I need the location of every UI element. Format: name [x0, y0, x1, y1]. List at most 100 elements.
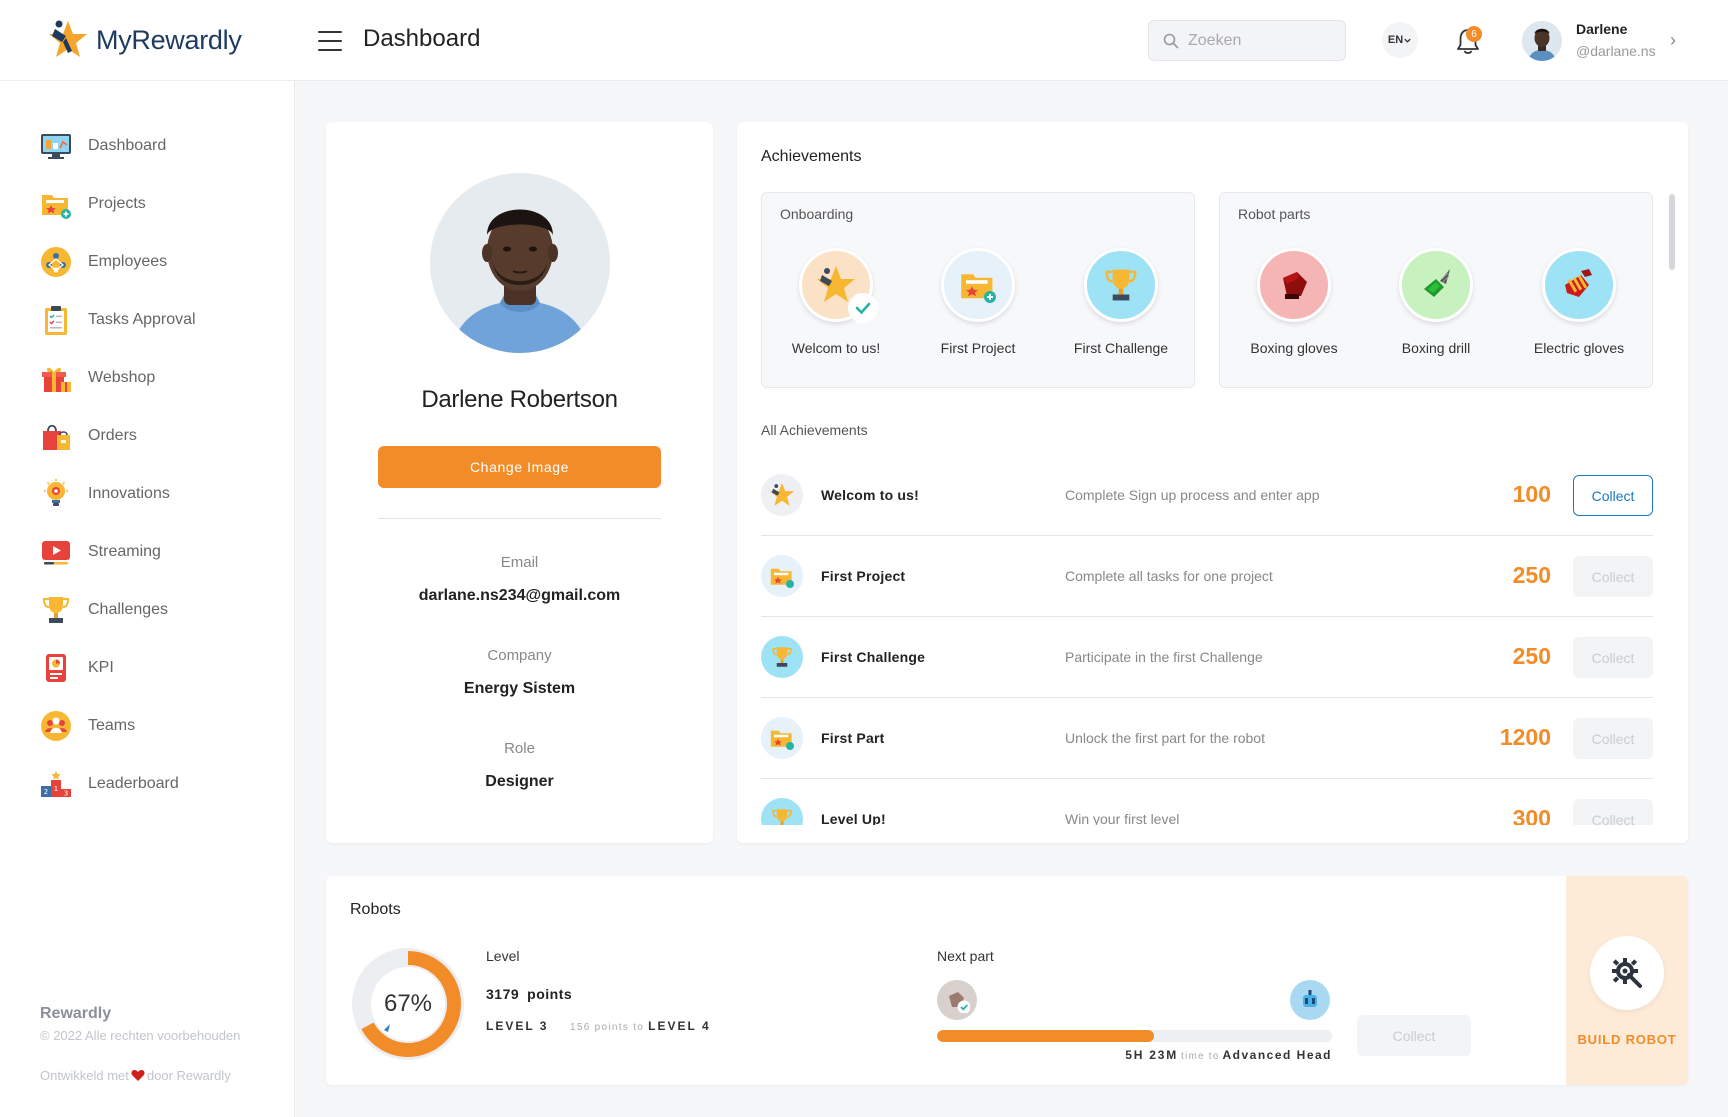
achievement-name: First Part	[821, 730, 885, 746]
points-to-next-level: 156 points to LEVEL 4	[570, 1019, 711, 1033]
hamburger-menu-icon[interactable]	[318, 31, 342, 51]
check-icon	[848, 293, 878, 323]
folder-star-icon	[761, 555, 803, 597]
achievement-description: Win your first level	[1065, 811, 1180, 825]
user-name: Darlene	[1576, 21, 1628, 37]
level-label: Level	[486, 948, 520, 964]
company-label: Company	[487, 647, 552, 664]
company-value: Energy Sistem	[463, 680, 576, 697]
notification-badge: 6	[1466, 26, 1482, 42]
advanced-head-icon	[1290, 980, 1330, 1020]
sidebar-item-tasks-approval[interactable]: Tasks Approval	[40, 303, 196, 337]
badge-label: First Challenge	[1073, 340, 1169, 356]
sidebar: Dashboard Projects Employees Tasks Appro…	[0, 81, 295, 1117]
footer-copyright: © 2022 Alle rechten voorbehouden	[40, 1028, 241, 1043]
collect-button[interactable]: Collect	[1573, 718, 1653, 759]
sidebar-item-label: Streaming	[88, 543, 161, 560]
achievement-name: First Challenge	[821, 649, 926, 665]
badge-label: Welcom to us!	[791, 340, 881, 356]
achievement-points: 300	[1512, 805, 1551, 825]
achievement-name: Level Up!	[821, 811, 886, 825]
team-icon	[40, 710, 72, 742]
collect-part-button[interactable]: Collect	[1357, 1015, 1471, 1056]
sidebar-item-label: Tasks Approval	[88, 311, 196, 328]
search-input[interactable]	[1188, 31, 1328, 50]
report-icon	[40, 652, 72, 684]
sidebar-item-teams[interactable]: Teams	[40, 709, 135, 743]
email-value: darlane.ns234@gmail.com	[418, 587, 621, 604]
next-part-label: Next part	[937, 948, 994, 964]
achievement-points: 1200	[1499, 724, 1551, 750]
email-label: Email	[500, 554, 539, 571]
search-box[interactable]	[1148, 20, 1346, 61]
collect-button[interactable]: Collect	[1573, 556, 1653, 597]
sidebar-item-projects[interactable]: Projects	[40, 187, 146, 221]
points-value: 3179	[486, 986, 520, 1002]
trophy-icon	[40, 594, 72, 626]
next-level: LEVEL 4	[648, 1019, 711, 1033]
change-image-button[interactable]: Change Image	[378, 446, 661, 488]
top-bar: MyRewardly Dashboard EN 6 Darlene @darla…	[0, 0, 1728, 81]
badge-electric-gloves[interactable]: Electric gloves	[1519, 248, 1639, 356]
sidebar-item-label: Webshop	[88, 369, 156, 386]
badge-welcome[interactable]: Welcom to us!	[776, 248, 896, 356]
boxing-gloves-icon	[1257, 248, 1331, 322]
sidebar-item-streaming[interactable]: Streaming	[40, 535, 161, 569]
language-code: EN	[1387, 34, 1404, 46]
sidebar-item-label: Teams	[88, 717, 136, 734]
achievements-list: Welcom to us! Complete Sign up process a…	[761, 455, 1653, 825]
badge-label: Electric gloves	[1533, 340, 1625, 356]
achievement-group-robot-parts: Robot parts Boxing gloves Boxing drill E…	[1219, 192, 1653, 388]
next-part-progress	[937, 1030, 1332, 1042]
points-line: 3179 points	[486, 986, 572, 1002]
sidebar-item-innovations[interactable]: Innovations	[40, 477, 170, 511]
svg-text:2: 2	[44, 788, 48, 796]
sidebar-item-label: Challenges	[88, 601, 169, 618]
profile-card: Darlene Robertson Change Image Email dar…	[326, 122, 713, 843]
achievement-description: Unlock the first part for the robot	[1065, 730, 1265, 746]
language-selector[interactable]: EN	[1382, 22, 1418, 58]
sidebar-item-kpi[interactable]: KPI	[40, 651, 114, 685]
sidebar-item-leaderboard[interactable]: 12 3 Leaderboard	[40, 767, 179, 801]
user-avatar[interactable]	[1522, 21, 1562, 61]
logo[interactable]: MyRewardly	[46, 18, 242, 62]
sidebar-item-label: Orders	[88, 427, 137, 444]
badge-first-project[interactable]: First Project	[918, 248, 1038, 356]
sidebar-item-webshop[interactable]: Webshop	[40, 361, 155, 395]
scrollbar-thumb[interactable]	[1669, 194, 1675, 270]
clipboard-icon	[40, 304, 72, 336]
sidebar-item-orders[interactable]: Orders	[40, 419, 137, 453]
user-handle: @darlane.ns	[1576, 43, 1656, 59]
collect-button[interactable]: Collect	[1573, 637, 1653, 678]
sidebar-item-challenges[interactable]: Challenges	[40, 593, 168, 627]
drill-icon	[1399, 248, 1473, 322]
sidebar-item-label: Leaderboard	[88, 775, 179, 792]
achievement-description: Complete all tasks for one project	[1065, 568, 1273, 584]
podium-icon: 12 3	[40, 768, 72, 800]
collect-button[interactable]: Collect	[1573, 475, 1653, 516]
developed-suffix: door Rewardly	[146, 1068, 231, 1083]
divider	[378, 518, 661, 519]
badge-boxing-gloves[interactable]: Boxing gloves	[1234, 248, 1354, 356]
achievement-row: First Challenge Participate in the first…	[761, 617, 1653, 698]
badge-first-challenge[interactable]: First Challenge	[1061, 248, 1181, 356]
achievement-row: First Project Complete all tasks for one…	[761, 536, 1653, 617]
achievements-title: Achievements	[761, 148, 862, 165]
achievement-points: 250	[1512, 643, 1551, 669]
collect-button[interactable]: Collect	[1573, 799, 1653, 825]
current-part-icon	[937, 980, 977, 1020]
build-robot-button[interactable]: BUILD ROBOT	[1566, 876, 1688, 1085]
badge-label: Boxing gloves	[1250, 340, 1338, 356]
achievement-name: First Project	[821, 568, 906, 584]
badge-boxing-drill[interactable]: Boxing drill	[1376, 248, 1496, 356]
current-level: LEVEL 3	[486, 1019, 549, 1033]
robots-title: Robots	[350, 901, 401, 918]
sidebar-item-employees[interactable]: Employees	[40, 245, 167, 279]
logo-text: MyRewardly	[96, 24, 242, 55]
footer-brand: Rewardly	[40, 1005, 112, 1022]
sidebar-item-dashboard[interactable]: Dashboard	[40, 129, 166, 163]
role-value: Designer	[485, 773, 554, 790]
chevron-right-icon[interactable]: ›	[1670, 30, 1676, 51]
sidebar-item-label: Projects	[88, 195, 146, 212]
sidebar-item-label: Innovations	[88, 485, 170, 502]
